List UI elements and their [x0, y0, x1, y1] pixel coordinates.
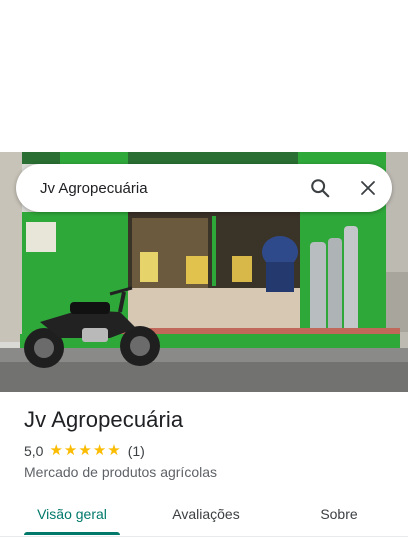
- star-icon: ★: [78, 442, 92, 459]
- tab-label: Avaliações: [172, 506, 240, 522]
- tab-label: Sobre: [320, 506, 358, 522]
- blank-header-area: [0, 0, 408, 152]
- star-icon: ★: [63, 442, 78, 459]
- rating-row[interactable]: 5,0 ★ ★ ★ ★ ★ (1): [24, 442, 394, 460]
- search-input[interactable]: Jv Agropecuária: [40, 180, 296, 197]
- star-icon: ★: [107, 442, 121, 459]
- active-tab-indicator: [24, 532, 120, 535]
- place-category: Mercado de produtos agrícolas: [24, 464, 217, 480]
- star-rating: ★ ★ ★ ★ ★: [49, 443, 121, 459]
- tab-overview[interactable]: Visão geral: [24, 494, 120, 535]
- close-icon[interactable]: [344, 164, 392, 212]
- star-icon: ★: [49, 442, 63, 459]
- star-icon: ★: [92, 442, 107, 459]
- place-info: Jv Agropecuária 5,0 ★ ★ ★ ★ ★ (1) Mercad…: [24, 404, 394, 480]
- search-bar[interactable]: Jv Agropecuária: [16, 164, 392, 212]
- tab-about[interactable]: Sobre: [310, 494, 368, 534]
- tab-reviews[interactable]: Avaliações: [166, 494, 246, 534]
- tab-label: Visão geral: [37, 506, 107, 522]
- rating-value: 5,0: [24, 443, 44, 459]
- place-title: Jv Agropecuária: [24, 407, 184, 432]
- review-count[interactable]: (1): [128, 443, 145, 459]
- tab-bar: Visão geral Avaliações Sobre: [0, 494, 408, 537]
- search-icon[interactable]: [296, 164, 344, 212]
